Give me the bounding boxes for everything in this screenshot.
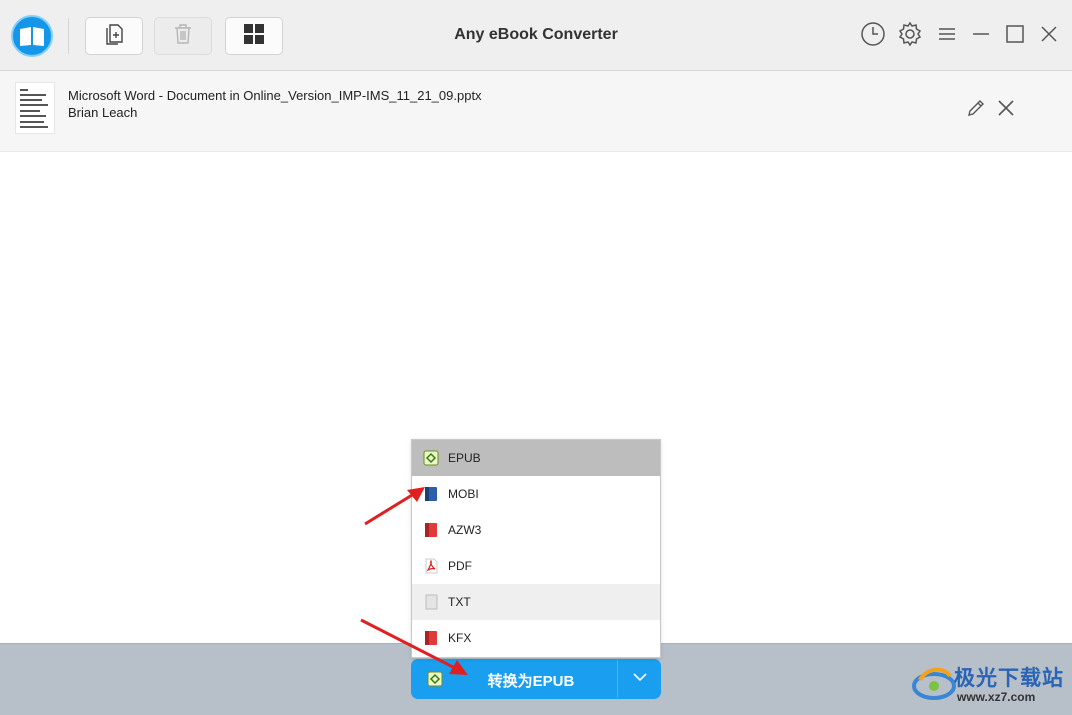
settings-icon bbox=[897, 21, 923, 52]
epub-icon bbox=[423, 450, 439, 466]
watermark-brand: 极光下载站 bbox=[954, 667, 1064, 690]
menu-item-label: EPUB bbox=[448, 451, 481, 465]
watermark-logo-icon bbox=[912, 667, 956, 700]
history-button[interactable] bbox=[859, 21, 887, 52]
pencil-icon bbox=[964, 100, 988, 124]
menu-item-label: PDF bbox=[448, 559, 472, 573]
menu-button[interactable] bbox=[933, 22, 961, 50]
menu-item-azw3[interactable]: AZW3 bbox=[412, 512, 660, 548]
pdf-icon bbox=[423, 558, 439, 574]
settings-button[interactable] bbox=[896, 21, 924, 52]
edit-metadata-button[interactable] bbox=[964, 96, 988, 120]
convert-button-label: 转换为EPUB bbox=[487, 673, 575, 690]
txt-icon bbox=[423, 594, 439, 610]
history-icon bbox=[860, 21, 886, 52]
format-dropdown-toggle[interactable] bbox=[618, 659, 661, 699]
menu-icon bbox=[937, 24, 957, 49]
menu-item-pdf[interactable]: PDF bbox=[412, 548, 660, 584]
file-list-item[interactable] bbox=[0, 71, 1072, 152]
close-window-button[interactable] bbox=[1035, 22, 1063, 50]
menu-item-label: AZW3 bbox=[448, 523, 482, 537]
menu-item-epub[interactable]: EPUB bbox=[412, 440, 660, 476]
file-author: Brian Leach bbox=[68, 105, 138, 120]
menu-item-label: MOBI bbox=[448, 487, 479, 501]
maximize-icon bbox=[1005, 24, 1025, 49]
menu-item-label: TXT bbox=[448, 595, 471, 609]
file-name: Microsoft Word - Document in Online_Vers… bbox=[68, 88, 482, 103]
annotation-arrow-icon bbox=[364, 487, 425, 526]
close-icon bbox=[994, 100, 1018, 124]
menu-item-mobi[interactable]: MOBI bbox=[412, 476, 660, 512]
book-cover-thumbnail bbox=[15, 82, 55, 134]
close-icon bbox=[1039, 24, 1059, 49]
minimize-icon bbox=[971, 24, 991, 49]
remove-file-button[interactable] bbox=[994, 96, 1018, 120]
watermark-url: www.xz7.com bbox=[957, 690, 1036, 704]
minimize-button[interactable] bbox=[967, 22, 995, 50]
maximize-button[interactable] bbox=[1001, 22, 1029, 50]
chevron-down-icon bbox=[631, 668, 649, 691]
annotation-arrow-icon bbox=[360, 618, 468, 675]
